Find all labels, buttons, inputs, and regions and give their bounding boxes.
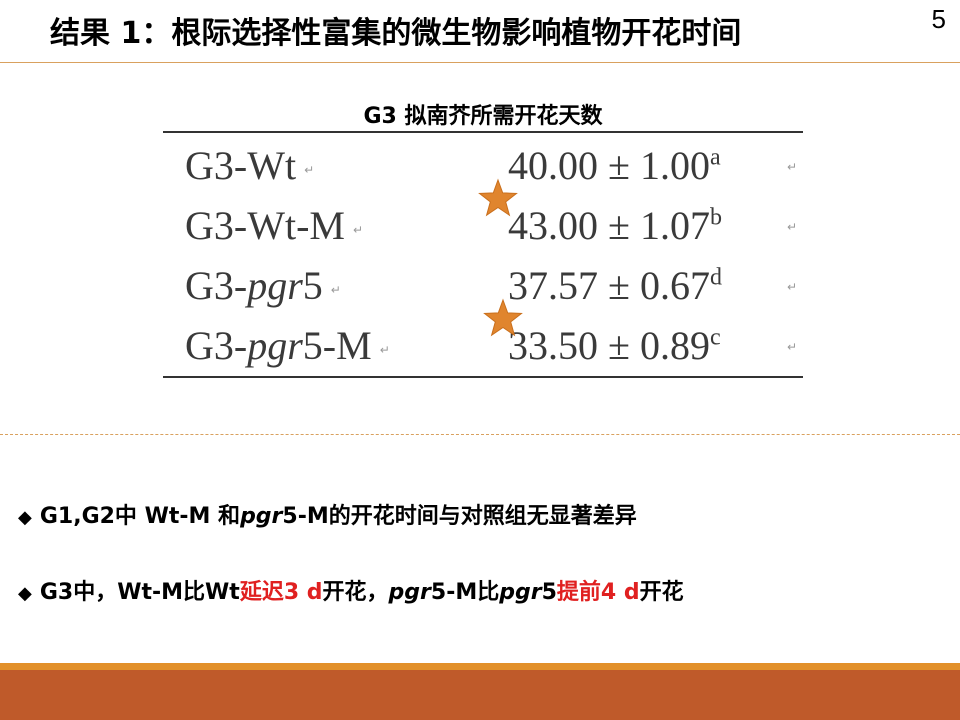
- paragraph-mark-icon: ↵: [786, 340, 797, 354]
- diamond-bullet-icon: ◆: [18, 583, 32, 604]
- paragraph-mark-icon: ↵: [786, 160, 797, 174]
- days-value: 37.57 ± 0.67d: [508, 263, 722, 308]
- star-icon: [478, 178, 518, 217]
- footer-accent-bar: [0, 663, 960, 670]
- star-shape: [483, 298, 523, 337]
- group-name: G3-Wt-M ↵: [185, 203, 364, 248]
- footer-bar: [0, 670, 960, 720]
- days-value: 40.00 ± 1.00a: [508, 143, 721, 188]
- section-divider: [0, 434, 960, 435]
- highlight-delay: 延迟3 d: [239, 580, 323, 605]
- paragraph-mark-icon: ↵: [786, 220, 797, 234]
- table-bottom-rule: [163, 376, 803, 378]
- group-name: G3-pgr5 ↵: [185, 263, 341, 308]
- title-divider: [0, 62, 960, 63]
- slide-title: 结果 1：根际选择性富集的微生物影响植物开花时间: [50, 16, 742, 51]
- group-name: G3-Wt ↵: [185, 143, 315, 188]
- days-value: 33.50 ± 0.89c: [508, 323, 721, 368]
- bullet-point: ◆ G1,G2中 Wt-M 和pgr5-M的开花时间与对照组无显著差异: [18, 504, 637, 529]
- bullet-point: ◆ G3中，Wt-M比Wt延迟3 d开花，pgr5-M比pgr5提前4 d开花: [18, 580, 684, 605]
- table-top-rule: [163, 131, 803, 133]
- days-value: 43.00 ± 1.07b: [508, 203, 722, 248]
- table-caption: G3 拟南芥所需开花天数: [363, 104, 603, 129]
- paragraph-mark-icon: ↵: [304, 162, 315, 177]
- paragraph-mark-icon: ↵: [379, 342, 390, 357]
- star-shape: [478, 178, 518, 217]
- paragraph-mark-icon: ↵: [352, 222, 364, 237]
- star-icon: [483, 298, 523, 337]
- diamond-bullet-icon: ◆: [18, 507, 32, 528]
- page-number: 5: [931, 4, 946, 34]
- group-name: G3-pgr5-M ↵: [185, 323, 390, 368]
- paragraph-mark-icon: ↵: [786, 280, 797, 294]
- highlight-advance: 提前4 d: [556, 580, 640, 605]
- paragraph-mark-icon: ↵: [330, 282, 341, 297]
